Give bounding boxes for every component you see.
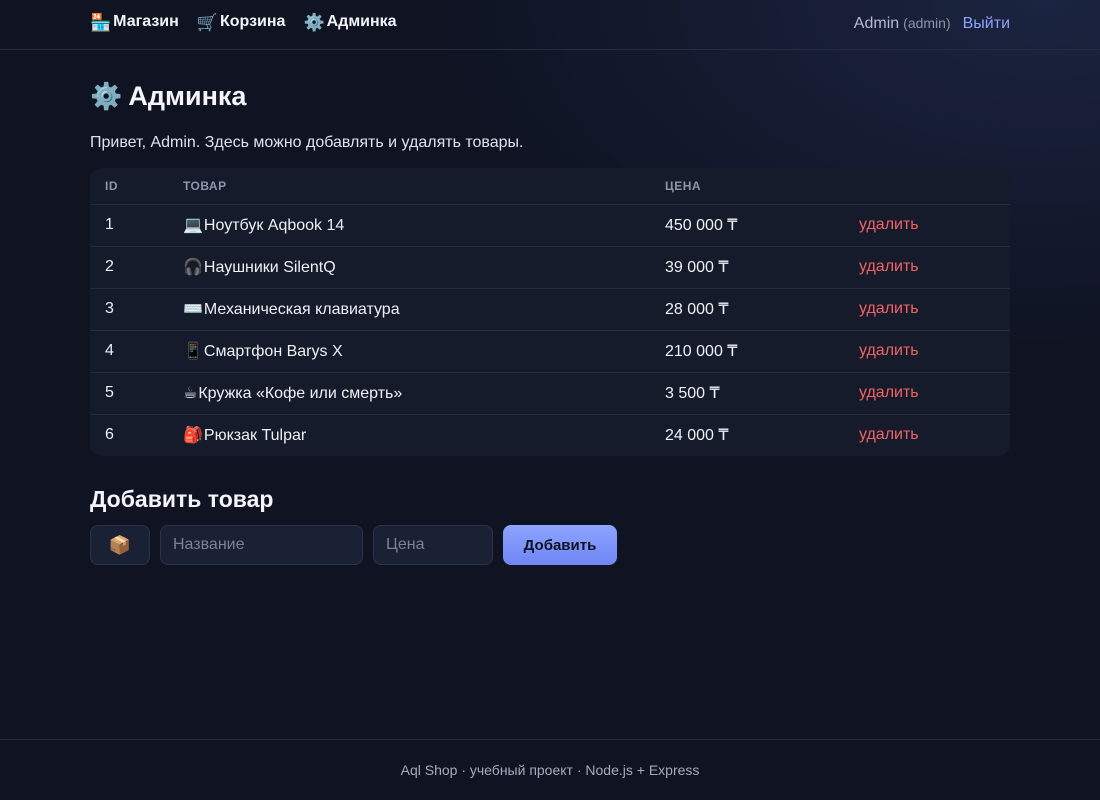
nav-link-shop-label: Магазин: [113, 13, 179, 30]
products-table: ID ТОВАР ЦЕНА 1 💻Ноутбук Aqbook 14 450 0…: [90, 168, 1010, 456]
footer: Aql Shop · учебный проект · Node.js + Ex…: [0, 739, 1100, 800]
cell-actions: удалить: [844, 414, 1010, 456]
cell-actions: удалить: [844, 372, 1010, 415]
cell-id: 3: [90, 288, 168, 331]
cell-actions: удалить: [844, 288, 1010, 331]
user-role: (admin): [903, 15, 951, 31]
laptop-icon: 💻: [183, 217, 203, 234]
cell-id: 1: [90, 204, 168, 247]
delete-link[interactable]: удалить: [859, 426, 919, 443]
delete-link[interactable]: удалить: [859, 384, 919, 401]
user-area: Admin (admin) Выйти: [854, 15, 1010, 33]
table-row: 6 🎒Рюкзак Tulpar 24 000 ₸ удалить: [90, 414, 1010, 456]
cart-icon: 🛒: [196, 12, 218, 32]
headphones-icon: 🎧: [183, 259, 203, 276]
table-row: 3 ⌨️Механическая клавиатура 28 000 ₸ уда…: [90, 288, 1010, 331]
page-title: ⚙️ Админка: [90, 78, 1010, 114]
cell-product: ☕Кружка «Кофе или смерть»: [168, 372, 650, 415]
table-row: 1 💻Ноутбук Aqbook 14 450 000 ₸ удалить: [90, 204, 1010, 247]
header-product: ТОВАР: [168, 168, 650, 205]
product-name-input[interactable]: [160, 525, 363, 565]
cell-id: 6: [105, 426, 114, 444]
delete-link[interactable]: удалить: [859, 258, 919, 275]
nav-link-cart[interactable]: 🛒 Корзина: [197, 13, 286, 31]
cell-price: 210 000 ₸: [650, 330, 844, 373]
table-row: 5 ☕Кружка «Кофе или смерть» 3 500 ₸ удал…: [90, 372, 1010, 415]
shop-icon: 🏪: [90, 12, 112, 32]
intro-text: Привет, Admin. Здесь можно добавлять и у…: [90, 134, 524, 151]
smartphone-icon: 📱: [183, 343, 203, 360]
header-id: ID: [90, 168, 168, 205]
table-row: 4 📱Смартфон Barys X 210 000 ₸ удалить: [90, 330, 1010, 373]
cell-actions: удалить: [844, 204, 1010, 247]
main-nav: 🏪 Магазин 🛒 Корзина ⚙️ Админка: [90, 13, 397, 31]
cell-id: 4: [90, 330, 168, 373]
cell-product: 🎧Наушники SilentQ: [168, 246, 650, 289]
nav-link-cart-label: Корзина: [219, 13, 286, 30]
emoji-input[interactable]: [90, 525, 150, 565]
cell-id: 5: [90, 372, 168, 415]
cell-product: 🎒Рюкзак Tulpar: [183, 427, 307, 445]
top-bar: 🏪 Магазин 🛒 Корзина ⚙️ Админка Admin (adm…: [0, 0, 1100, 50]
delete-link[interactable]: удалить: [859, 300, 919, 317]
gear-icon: ⚙️: [303, 12, 325, 32]
cell-price: 450 000 ₸: [650, 204, 844, 247]
cell-actions: удалить: [844, 246, 1010, 289]
header-price: ЦЕНА: [650, 168, 844, 205]
delete-link[interactable]: удалить: [859, 216, 919, 233]
cell-product: ⌨️Механическая клавиатура: [168, 288, 650, 331]
add-product-form: Добавить: [90, 525, 1010, 565]
product-price-input[interactable]: [373, 525, 493, 565]
header-actions: [844, 168, 1010, 205]
footer-text: Aql Shop · учебный проект · Node.js + Ex…: [400, 762, 700, 778]
cell-price: 28 000 ₸: [650, 288, 844, 331]
nav-link-admin[interactable]: ⚙️ Админка: [303, 13, 396, 31]
keyboard-icon: ⌨️: [183, 301, 203, 318]
cell-product: 💻Ноутбук Aqbook 14: [168, 204, 650, 247]
gear-icon: ⚙️: [90, 80, 123, 111]
table-header-row: ID ТОВАР ЦЕНА: [90, 168, 1010, 205]
backpack-icon: 🎒: [183, 427, 203, 445]
add-product-title: Добавить товар: [90, 486, 274, 512]
nav-link-admin-label: Админка: [326, 13, 397, 30]
main-content: ⚙️ Админка Привет, Admin. Здесь можно до…: [90, 78, 1010, 565]
cell-price: 3 500 ₸: [650, 372, 844, 415]
coffee-icon: ☕: [183, 385, 198, 402]
cell-product: 📱Смартфон Barys X: [168, 330, 650, 373]
logout-link[interactable]: Выйти: [963, 15, 1010, 33]
nav-link-shop[interactable]: 🏪 Магазин: [90, 13, 179, 31]
cell-price: 39 000 ₸: [650, 246, 844, 289]
delete-link[interactable]: удалить: [859, 342, 919, 359]
add-product-button[interactable]: Добавить: [503, 525, 617, 565]
cell-id: 2: [90, 246, 168, 289]
cell-price: 24 000 ₸: [665, 427, 729, 445]
user-name: Admin (admin): [853, 15, 951, 32]
cell-actions: удалить: [844, 330, 1010, 373]
page-title-text: Админка: [128, 80, 247, 111]
table-row: 2 🎧Наушники SilentQ 39 000 ₸ удалить: [90, 246, 1010, 289]
